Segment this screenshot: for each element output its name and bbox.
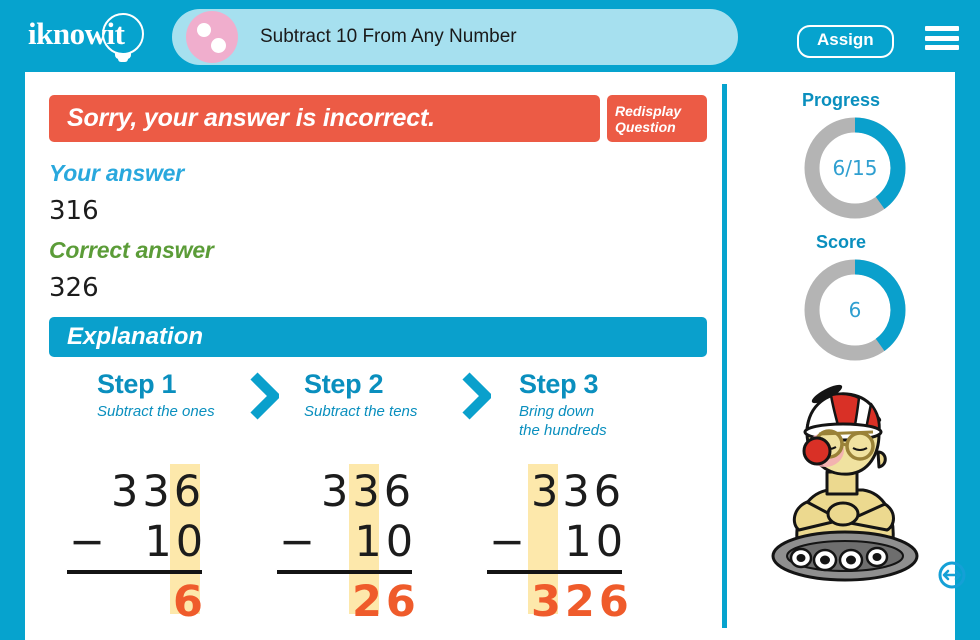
topic-title-pill: Subtract 10 From Any Number <box>172 9 738 65</box>
explanation-heading-bar: Explanation <box>49 317 707 357</box>
hamburger-bar <box>925 26 959 31</box>
step-title: Step 2 <box>304 369 384 399</box>
math-column-3: 336− 10 326 <box>487 464 709 640</box>
subtraction-line <box>67 570 202 574</box>
topic-avatar-icon <box>186 11 238 63</box>
sidebar-panel: Progress 6/15 Score 6 <box>727 72 966 640</box>
hamburger-menu-icon[interactable] <box>925 26 959 50</box>
site-logo[interactable]: iknowit <box>28 12 168 62</box>
your-answer-label: Your answer <box>49 160 184 186</box>
chevron-right-icon <box>249 372 282 420</box>
subtrahend: − 10 <box>69 517 208 567</box>
result-value: 6 <box>173 577 207 627</box>
math-column-2: 336− 10 26 <box>277 464 499 640</box>
score-ring: 6 <box>801 256 909 364</box>
lightbulb-screw-icon <box>118 58 128 62</box>
redisplay-line-1: Redisplay <box>615 102 682 119</box>
app-header: iknowit Subtract 10 From Any Number Assi… <box>0 0 980 72</box>
minuend: 336 <box>531 467 626 517</box>
explanation-step-1: Step 1 Subtract the ones <box>97 368 215 421</box>
robot-mascot-icon <box>745 372 966 592</box>
minuend: 336 <box>111 467 206 517</box>
result-banner: Sorry, your answer is incorrect. <box>49 95 600 142</box>
explanation-steps: Step 1 Subtract the ones Step 2 Subtract th… <box>49 368 707 440</box>
math-columns: 336− 10 6 336− 10 26 336− 10 326 <box>49 464 707 640</box>
score-value: 6 <box>848 298 862 322</box>
hamburger-bar <box>925 35 959 41</box>
chevron-right-icon <box>461 372 494 420</box>
redisplay-question-button[interactable]: Redisplay Question <box>607 95 707 142</box>
subtraction-line <box>277 570 412 574</box>
progress-ring: 6/15 <box>801 114 909 222</box>
result-text: Sorry, your answer is incorrect. <box>67 104 435 132</box>
hamburger-bar <box>925 45 959 50</box>
redisplay-line-2: Question <box>615 118 676 135</box>
result-value: 326 <box>531 577 633 627</box>
assign-button[interactable]: Assign <box>797 25 894 58</box>
avatar-dot-large <box>197 23 211 37</box>
step-subtitle: Subtract the tens <box>304 403 418 420</box>
correct-answer-value: 326 <box>49 273 99 303</box>
math-column-1: 336− 10 6 <box>67 464 289 640</box>
subtrahend: − 10 <box>489 517 628 567</box>
subtrahend: − 10 <box>279 517 418 567</box>
result-value: 26 <box>352 577 420 627</box>
topic-title: Subtract 10 From Any Number <box>260 26 517 47</box>
content-card: Sorry, your answer is incorrect. Redispl… <box>25 72 966 640</box>
correct-answer-label: Correct answer <box>49 237 214 263</box>
subtraction-line <box>487 570 622 574</box>
explanation-step-2: Step 2 Subtract the tens <box>304 368 417 421</box>
robot-mascot-svg <box>771 384 919 582</box>
progress-value: 6/15 <box>832 156 878 180</box>
resize-horizontal-icon[interactable] <box>937 560 967 595</box>
step-subtitle: Subtract the ones <box>97 403 215 420</box>
explanation-step-3: Step 3 Bring down the hundreds <box>519 368 607 440</box>
avatar-dot-small <box>211 38 226 53</box>
minuend: 336 <box>321 467 416 517</box>
app-root: iknowit Subtract 10 From Any Number Assi… <box>0 0 980 640</box>
your-answer-value: 316 <box>49 196 99 226</box>
step-title: Step 1 <box>97 369 177 399</box>
result-row: Sorry, your answer is incorrect. Redispl… <box>49 95 707 142</box>
main-panel: Sorry, your answer is incorrect. Redispl… <box>25 72 722 640</box>
step-title: Step 3 <box>519 369 599 399</box>
lightbulb-icon <box>102 13 144 55</box>
progress-label: Progress <box>801 90 881 110</box>
step-subtitle: Bring down the hundreds <box>519 403 607 439</box>
explanation-heading: Explanation <box>67 323 204 350</box>
score-label: Score <box>815 232 867 252</box>
